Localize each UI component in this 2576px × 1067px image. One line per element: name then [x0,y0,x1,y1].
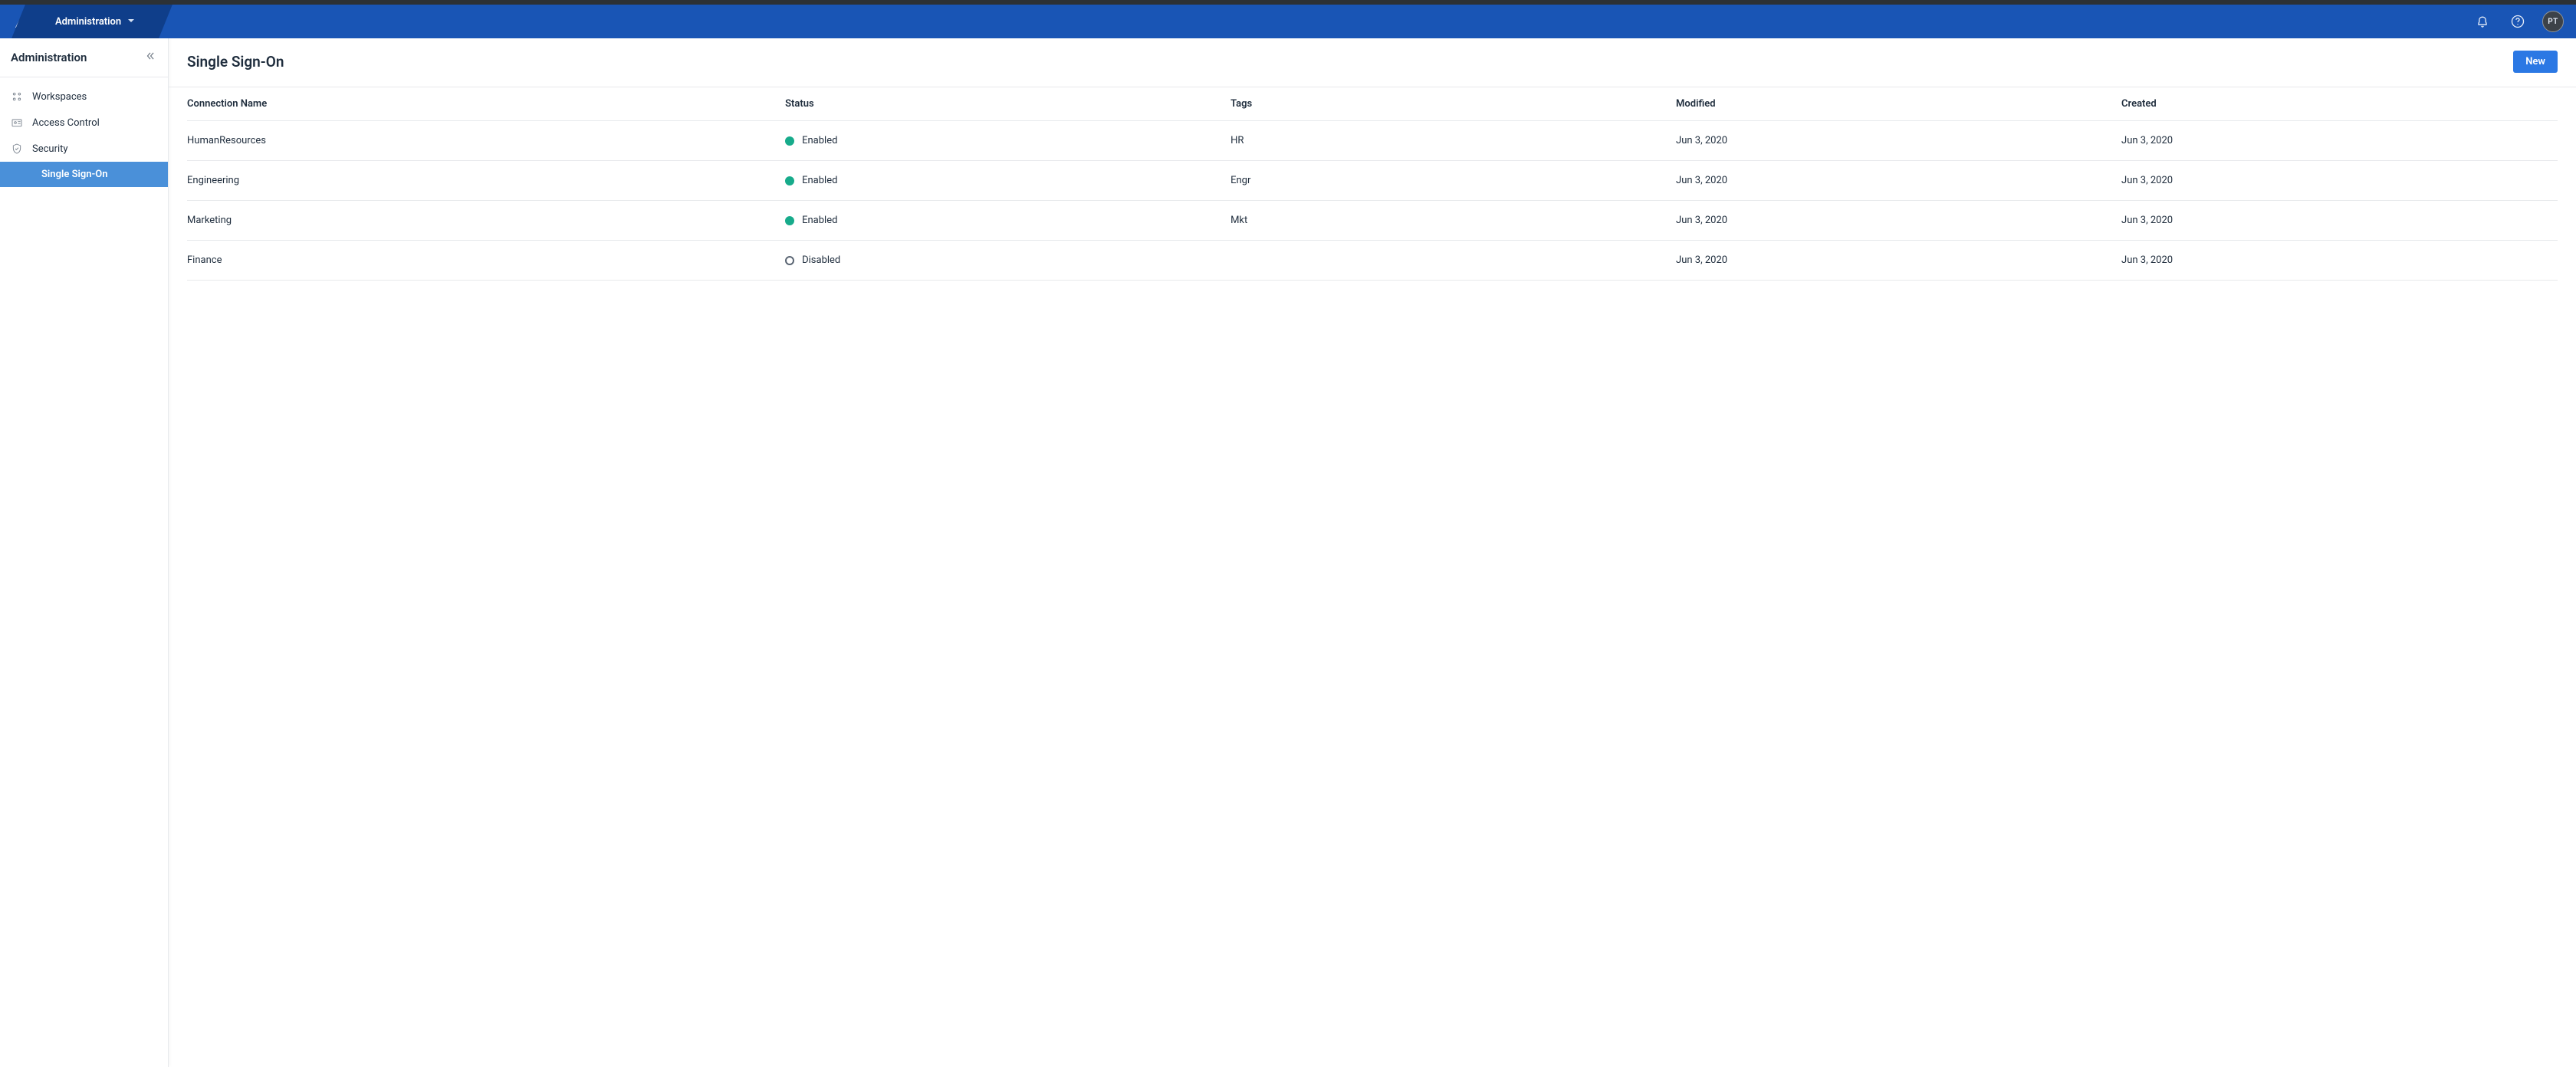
cell-modified: Jun 3, 2020 [1676,175,2112,186]
main-content: Single Sign-On New Connection Name Statu… [169,38,2576,1067]
column-header-tags[interactable]: Tags [1230,98,1667,110]
status-label: Enabled [802,175,837,186]
cell-status: Disabled [785,254,1221,266]
header-spacer [147,5,2472,38]
column-header-name[interactable]: Connection Name [187,98,776,110]
workspaces-icon [11,90,23,103]
status-dot-enabled-icon [785,176,794,185]
avatar[interactable]: PT [2542,11,2564,32]
page-title: Single Sign-On [187,53,284,71]
table-row[interactable]: HumanResources Enabled HR Jun 3, 2020 Jun 3,… [187,121,2558,161]
shield-icon [11,143,23,155]
sidebar-header: Administration [0,38,168,77]
cell-modified: Jun 3, 2020 [1676,135,2112,146]
cell-connection-name: HumanResources [187,135,776,146]
notifications-icon[interactable] [2472,11,2493,32]
table-header-row: Connection Name Status Tags Modified Cre… [187,87,2558,121]
sidebar-nav: Workspaces Access Control Security Singl… [0,77,168,193]
app-header: Administration PT [0,5,2576,38]
cell-modified: Jun 3, 2020 [1676,254,2112,266]
chevrons-left-icon [145,53,156,64]
sidebar-item-single-sign-on[interactable]: Single Sign-On [0,162,168,187]
cell-tags: Mkt [1230,215,1667,226]
table-row[interactable]: Engineering Enabled Engr Jun 3, 2020 Jun 3, … [187,161,2558,201]
sidebar-item-label: Single Sign-On [41,169,108,180]
column-header-status[interactable]: Status [785,98,1221,110]
sidebar-item-label: Workspaces [32,91,87,103]
status-label: Enabled [802,135,837,146]
sidebar-item-access-control[interactable]: Access Control [0,110,168,136]
cell-connection-name: Marketing [187,215,776,226]
status-dot-disabled-icon [785,256,794,265]
table-row[interactable]: Marketing Enabled Mkt Jun 3, 2020 Jun 3, 202… [187,201,2558,241]
cell-status: Enabled [785,175,1221,186]
chevron-down-icon [127,16,135,28]
sidebar-item-label: Security [32,143,68,155]
cell-tags: Engr [1230,175,1667,186]
new-button[interactable]: New [2513,51,2558,73]
id-card-icon [11,117,23,129]
header-breadcrumb[interactable]: Administration [43,5,147,38]
cell-created: Jun 3, 2020 [2121,215,2558,226]
status-label: Disabled [802,254,840,266]
connections-table: Connection Name Status Tags Modified Cre… [169,87,2576,281]
avatar-initials: PT [2548,18,2558,26]
table-row[interactable]: Finance Disabled Jun 3, 2020 Jun 3, 2020 [187,241,2558,281]
status-dot-enabled-icon [785,216,794,225]
column-header-modified[interactable]: Modified [1676,98,2112,110]
sidebar: Administration Workspaces Access Control [0,38,169,1067]
status-dot-enabled-icon [785,136,794,146]
cell-tags: HR [1230,135,1667,146]
cell-created: Jun 3, 2020 [2121,175,2558,186]
cell-created: Jun 3, 2020 [2121,254,2558,266]
cell-modified: Jun 3, 2020 [1676,215,2112,226]
cell-connection-name: Engineering [187,175,776,186]
column-header-created[interactable]: Created [2121,98,2558,110]
sidebar-title: Administration [11,51,87,64]
cell-created: Jun 3, 2020 [2121,135,2558,146]
cell-connection-name: Finance [187,254,776,266]
sidebar-collapse-button[interactable] [143,49,157,66]
help-icon[interactable] [2507,11,2528,32]
cell-status: Enabled [785,135,1221,146]
status-label: Enabled [802,215,837,226]
breadcrumb-label: Administration [55,16,121,28]
sidebar-item-security[interactable]: Security [0,136,168,162]
sidebar-item-workspaces[interactable]: Workspaces [0,84,168,110]
table-body: HumanResources Enabled HR Jun 3, 2020 Jun 3,… [187,121,2558,281]
cell-status: Enabled [785,215,1221,226]
sidebar-item-label: Access Control [32,117,100,129]
header-actions: PT [2472,5,2576,38]
content-header: Single Sign-On New [169,38,2576,87]
